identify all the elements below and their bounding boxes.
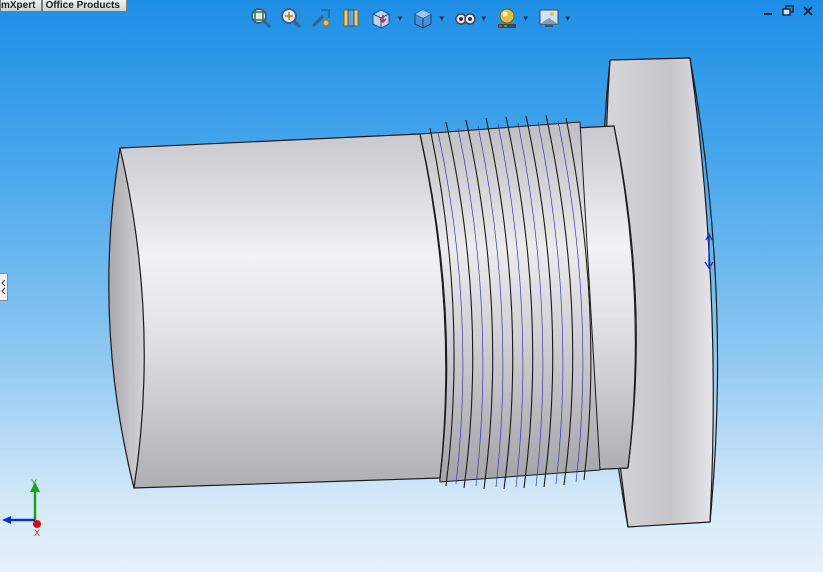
x-axis-icon bbox=[33, 520, 41, 528]
feature-manager-collapse-handle[interactable] bbox=[0, 273, 8, 301]
triad-x-label: X bbox=[34, 528, 40, 538]
main-cylinder[interactable] bbox=[119, 133, 448, 489]
thread-section[interactable] bbox=[419, 114, 601, 490]
triad-y-label: Y bbox=[31, 478, 37, 488]
threaded-fitting-model[interactable] bbox=[0, 0, 823, 572]
reference-triad: Y X bbox=[2, 478, 41, 538]
chevron-left-icon bbox=[1, 279, 6, 295]
